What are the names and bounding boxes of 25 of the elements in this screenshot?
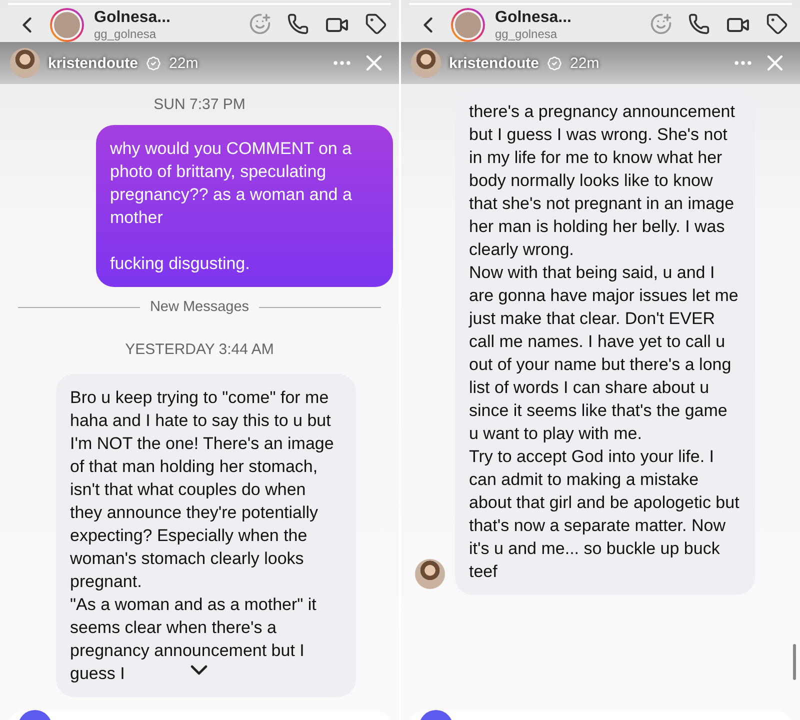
story-time: 22m <box>570 54 600 72</box>
tag-icon[interactable] <box>766 13 788 35</box>
story-time: 22m <box>169 54 200 72</box>
received-message: Bro u keep trying to "come" for me haha and I hate to say this to u but I'm NOT the one! There's an image of that man holding her stomach, isn't that what couples do when they announce they're potentially expecting? Especially when the woman's stomach clearly looks pregnant. "As a woman and as a mother" it seems clear when there's a pregnancy announcement but I guess I <box>56 374 356 697</box>
sent-message: why would you COMMENT on a photo of brittany, speculating pregnancy?? as a woman and a mother fucking disgusting. <box>96 125 393 287</box>
phone-icon[interactable] <box>287 13 309 35</box>
received-message: there's a pregnancy announcement but I guess I was wrong. She's not in my life for me to know what her body normally looks like to know that she's not pregnant in an image her man is holding her belly. I was clearly wrong. Now with that being said, u and I are gonna have major issues let me just make that clear. Don't EVER call me names. I have yet to call u out of your name but there's a long list of words I can share about u since it seems like that's the game u want to play with me. Try to accept God into your life. I can admit to making a mistake about that girl and be apologetic but that's now a separate matter. Now it's u and me... so buckle up buck teef <box>455 88 755 595</box>
verified-icon <box>146 56 162 70</box>
story-username[interactable]: kristendoute <box>48 54 138 72</box>
contact-name: Golnesa... <box>495 9 572 27</box>
avatar[interactable] <box>411 48 441 78</box>
contact-name: Golnesa... <box>94 9 172 27</box>
avatar[interactable] <box>50 8 84 42</box>
contact-username: gg_golnesa <box>94 27 158 41</box>
avatar[interactable] <box>451 8 485 42</box>
verified-icon <box>547 56 562 70</box>
tag-icon[interactable] <box>365 13 387 35</box>
new-messages-label: New Messages <box>150 299 250 315</box>
phone-icon[interactable] <box>688 13 710 35</box>
timestamp: YESTERDAY 3:44 AM <box>125 341 274 358</box>
scrollbar <box>793 644 796 680</box>
timestamp: SUN 7:37 PM <box>154 96 246 113</box>
story-username[interactable]: kristendoute <box>449 54 540 72</box>
contact-username: gg_golnesa <box>495 27 558 41</box>
avatar[interactable] <box>10 48 40 78</box>
